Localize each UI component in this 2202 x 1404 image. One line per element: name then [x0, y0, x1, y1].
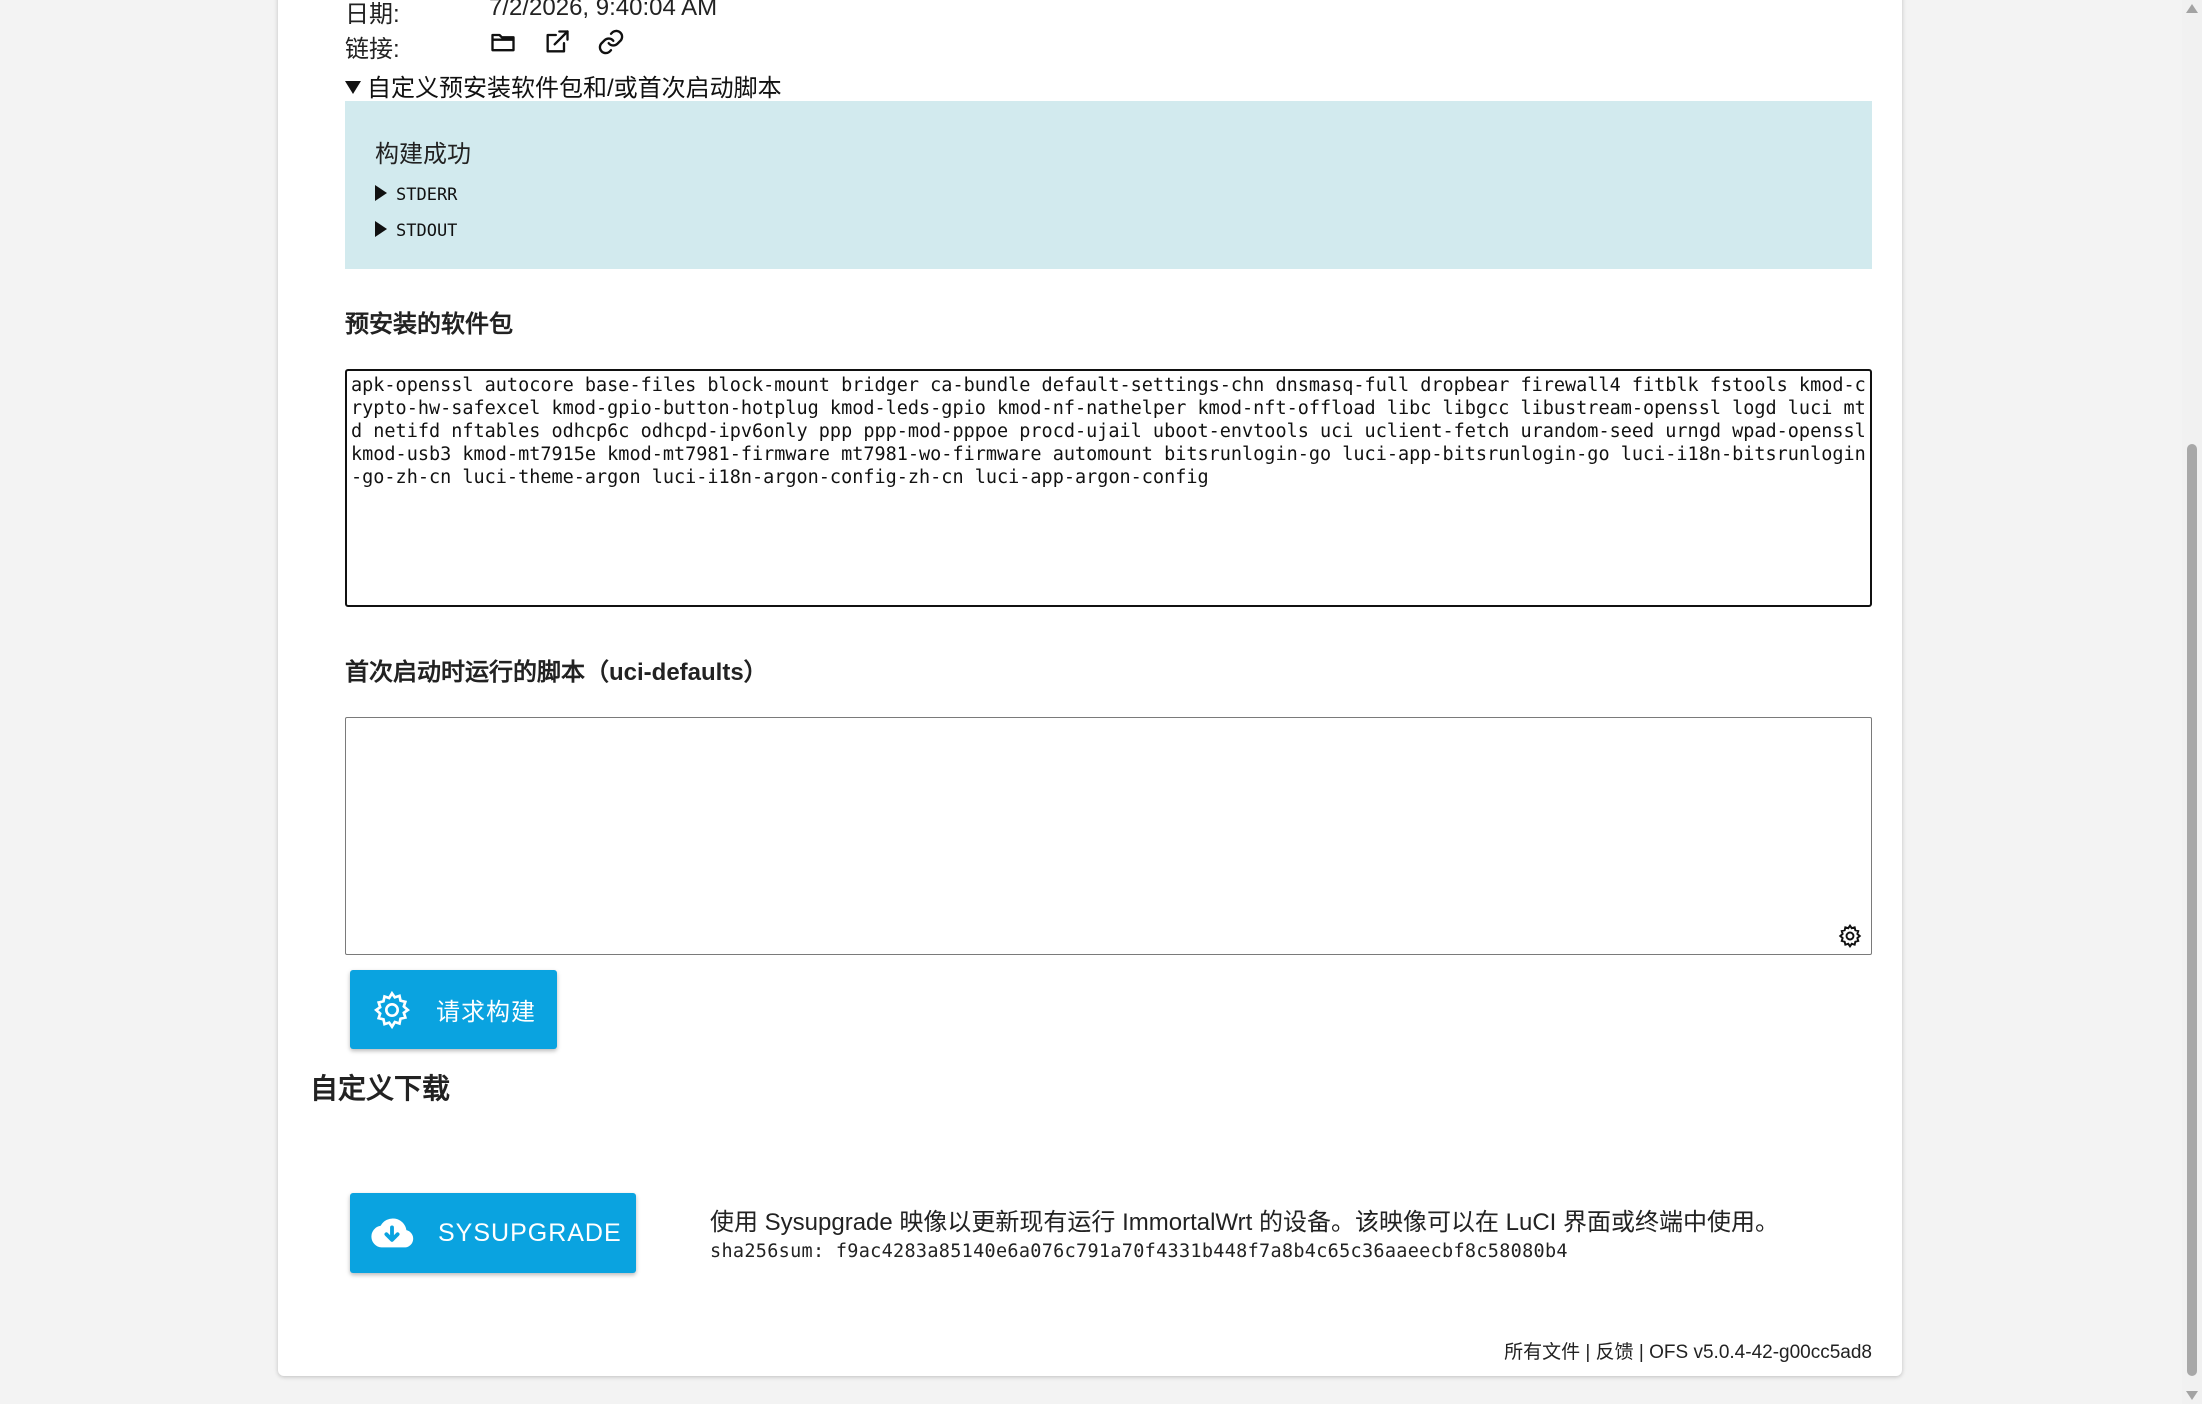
folder-icon[interactable] — [488, 27, 518, 57]
main-card: 日期: 7/2/2026, 9:40:04 AM 链接: 自定义预安装软件包和/… — [278, 0, 1902, 1376]
triangle-right-icon — [375, 185, 387, 201]
gear-icon — [374, 990, 410, 1029]
downloads-heading: 自定义下载 — [310, 1073, 451, 1104]
packages-label: 预安装的软件包 — [345, 311, 513, 338]
triangle-down-icon — [345, 81, 361, 95]
packages-textarea[interactable]: apk-openssl autocore base-files block-mo… — [345, 369, 1872, 607]
sysupgrade-download-button[interactable]: SYSUPGRADE — [350, 1193, 636, 1273]
scroll-down-arrow-icon[interactable] — [2186, 1391, 2198, 1400]
sysupgrade-label: SYSUPGRADE — [438, 1218, 622, 1247]
footer-separator: | — [1633, 1342, 1650, 1363]
triangle-right-icon — [375, 221, 387, 237]
footer: 所有文件 | 反馈 | OFS v5.0.4-42-g00cc5ad8 — [1504, 1337, 1872, 1364]
version-text: OFS v5.0.4-42-g00cc5ad8 — [1649, 1342, 1872, 1363]
build-status-title: 构建成功 — [375, 141, 471, 168]
page-viewport: 日期: 7/2/2026, 9:40:04 AM 链接: 自定义预安装软件包和/… — [0, 0, 2182, 1404]
request-build-button[interactable]: 请求构建 — [350, 970, 557, 1049]
sha256-checksum: sha256sum: f9ac4283a85140e6a076c791a70f4… — [710, 1241, 1568, 1262]
external-link-icon[interactable] — [542, 27, 572, 57]
scrollbar-thumb[interactable] — [2187, 444, 2197, 1376]
feedback-link[interactable]: 反馈 — [1596, 1342, 1634, 1363]
settings-gear-icon[interactable] — [1837, 923, 1863, 949]
all-files-link[interactable]: 所有文件 — [1504, 1342, 1580, 1363]
vertical-scrollbar[interactable] — [2182, 0, 2202, 1404]
request-build-label: 请求构建 — [436, 999, 536, 1026]
scroll-up-arrow-icon[interactable] — [2186, 4, 2198, 13]
cloud-download-icon — [371, 1218, 414, 1248]
stderr-label: STDERR — [396, 185, 458, 205]
links-label: 链接: — [345, 36, 400, 63]
custom-packages-summary[interactable]: 自定义预安装软件包和/或首次启动脚本 — [345, 68, 782, 103]
script-label: 首次启动时运行的脚本（uci-defaults） — [345, 659, 768, 686]
stderr-toggle[interactable]: STDERR — [375, 185, 457, 205]
build-status-box: 构建成功 STDERR STDOUT — [345, 101, 1872, 269]
date-label: 日期: — [345, 1, 400, 28]
stdout-label: STDOUT — [396, 221, 458, 241]
uci-defaults-textarea[interactable] — [345, 717, 1872, 955]
stdout-toggle[interactable]: STDOUT — [375, 221, 457, 241]
custom-packages-summary-label: 自定义预安装软件包和/或首次启动脚本 — [367, 75, 782, 102]
chain-link-icon[interactable] — [596, 27, 626, 57]
footer-separator: | — [1580, 1342, 1596, 1363]
date-value: 7/2/2026, 9:40:04 AM — [489, 0, 718, 21]
sysupgrade-description: 使用 Sysupgrade 映像以更新现有运行 ImmortalWrt 的设备。… — [710, 1209, 1780, 1236]
